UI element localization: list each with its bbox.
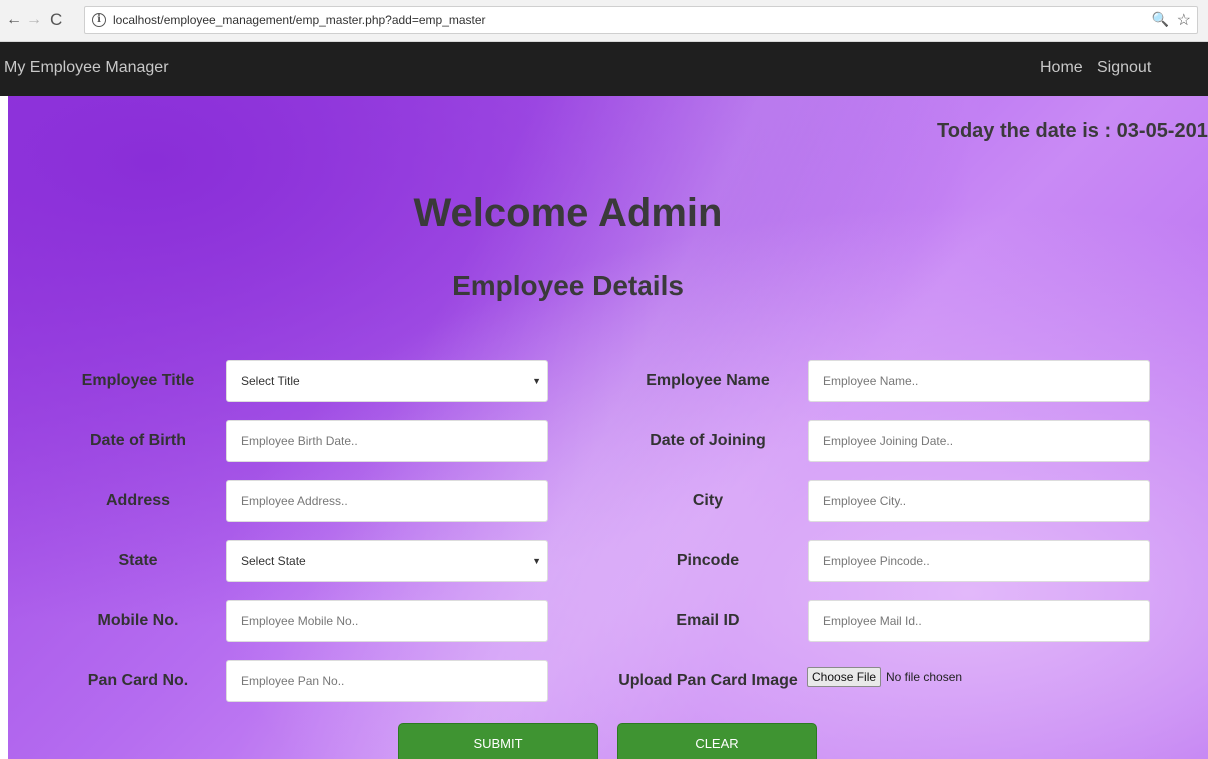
email-input[interactable]: [808, 600, 1150, 642]
zoom-icon[interactable]: 🔍: [1152, 11, 1169, 28]
address-label: Address: [105, 492, 171, 509]
pincode-input[interactable]: [808, 540, 1150, 582]
forward-arrow-icon[interactable]: →: [26, 10, 42, 30]
employee-title-label: Employee Title: [81, 372, 195, 389]
city-input[interactable]: [808, 480, 1150, 522]
dob-label: Date of Birth: [90, 432, 186, 449]
state-label: State: [118, 552, 158, 569]
page-subtitle: Employee Details: [452, 270, 684, 301]
pan-input[interactable]: [226, 660, 548, 702]
info-icon[interactable]: i: [92, 13, 106, 27]
back-arrow-icon[interactable]: ←: [6, 10, 22, 30]
address-input[interactable]: [226, 480, 548, 522]
email-label: Email ID: [676, 612, 740, 629]
clear-button[interactable]: CLEAR: [617, 723, 817, 759]
pan-image-label: Upload Pan Card Image: [618, 672, 798, 689]
today-date: Today the date is : 03-05-2018: [937, 120, 1208, 142]
url-text[interactable]: localhost/employee_management/emp_master…: [113, 13, 486, 27]
chevron-down-icon: ▼: [532, 556, 541, 566]
signout-link[interactable]: Signout: [1097, 59, 1151, 77]
pan-label: Pan Card No.: [87, 672, 189, 689]
reload-icon[interactable]: C: [50, 10, 62, 30]
bookmark-star-icon[interactable]: ☆: [1177, 10, 1191, 30]
browser-toolbar: ← → C i localhost/employee_management/em…: [0, 0, 1208, 42]
file-status: No file chosen: [886, 670, 963, 684]
chevron-down-icon: ▼: [532, 376, 541, 386]
welcome-heading: Welcome Admin: [413, 191, 723, 235]
address-bar[interactable]: i localhost/employee_management/emp_mast…: [84, 6, 1198, 34]
mobile-label: Mobile No.: [97, 612, 179, 629]
main-content: Today the date is : 03-05-2018 Welcome A…: [8, 96, 1208, 759]
employee-title-select[interactable]: Select Title ▼: [226, 360, 548, 402]
home-link[interactable]: Home: [1040, 59, 1083, 77]
pincode-label: Pincode: [676, 552, 740, 569]
mobile-input[interactable]: [226, 600, 548, 642]
choose-file-button[interactable]: Choose File: [807, 667, 882, 687]
brand-link[interactable]: My Employee Manager: [4, 59, 169, 77]
city-label: City: [692, 492, 724, 509]
state-value: Select State: [241, 554, 306, 568]
state-select[interactable]: Select State ▼: [226, 540, 548, 582]
doj-input[interactable]: [808, 420, 1150, 462]
employee-name-input[interactable]: [808, 360, 1150, 402]
dob-input[interactable]: [226, 420, 548, 462]
app-navbar: My Employee Manager Home Signout: [0, 42, 1208, 96]
employee-title-value: Select Title: [241, 374, 300, 388]
employee-name-label: Employee Name: [646, 372, 770, 389]
doj-label: Date of Joining: [650, 432, 766, 449]
submit-button[interactable]: SUBMIT: [398, 723, 598, 759]
